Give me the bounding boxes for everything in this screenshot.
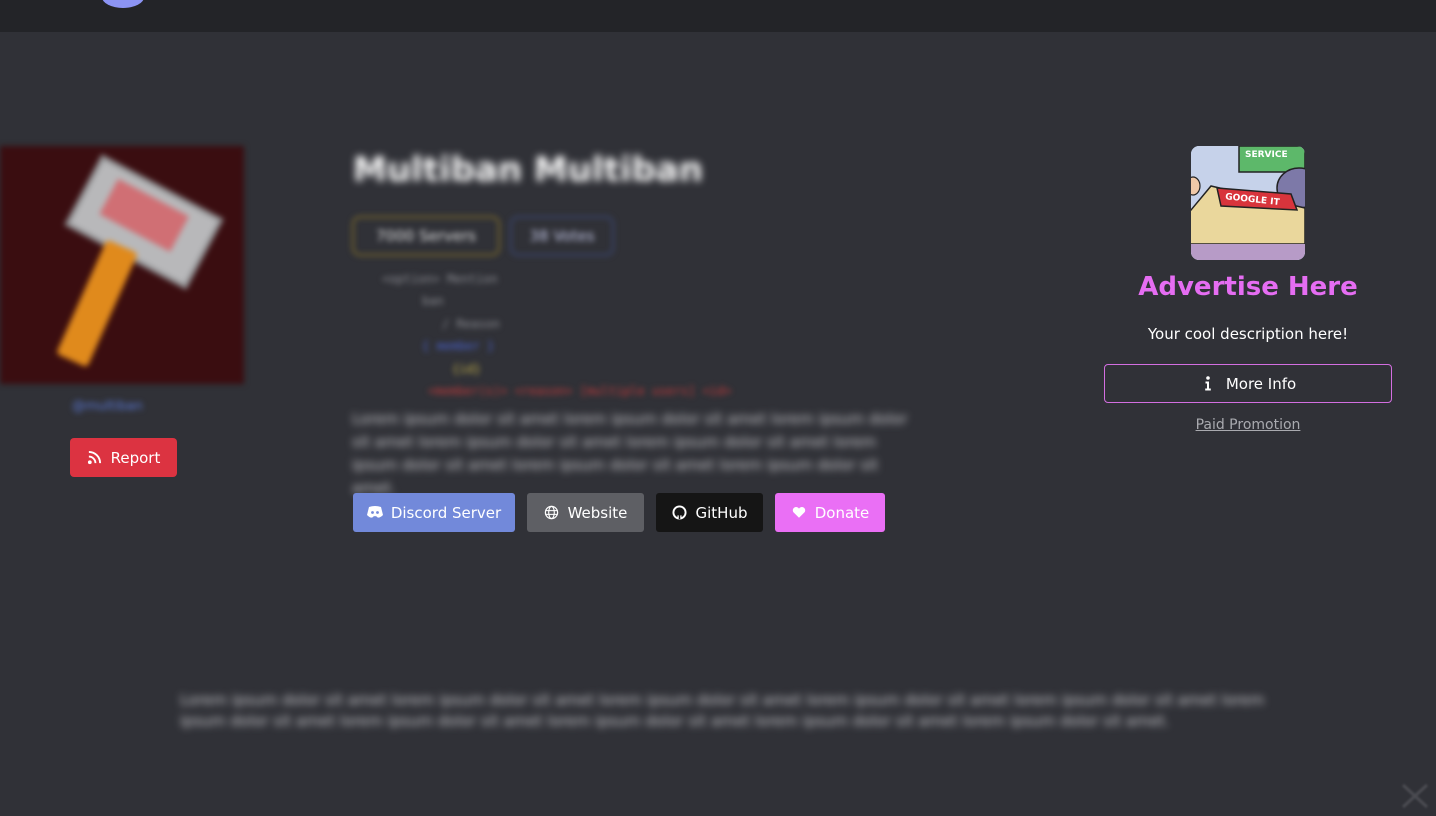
report-button[interactable]: Report bbox=[70, 438, 177, 477]
ad-title: Advertise Here bbox=[1138, 272, 1358, 302]
site-logo[interactable] bbox=[102, 0, 144, 8]
code-line: <member(s)> <reason> [multiple users] <i… bbox=[428, 384, 732, 398]
ad-image-text-service: SERVICE bbox=[1245, 150, 1288, 160]
globe-icon bbox=[544, 505, 560, 521]
top-navbar bbox=[0, 0, 1436, 32]
more-info-button[interactable]: More Info bbox=[1104, 364, 1392, 403]
github-icon bbox=[672, 505, 688, 521]
hammer-handle-graphic bbox=[56, 239, 138, 368]
ad-image[interactable]: SERVICE GOOGLE IT bbox=[1191, 146, 1305, 260]
hammer-head-graphic bbox=[64, 154, 224, 290]
discord-icon bbox=[366, 505, 383, 521]
heart-icon bbox=[791, 505, 807, 521]
votes-badge[interactable]: 38 Votes bbox=[510, 216, 614, 256]
bot-avatar bbox=[0, 146, 244, 384]
command-usage-block: <option> Mention ban / Reason { member }… bbox=[352, 268, 772, 408]
bot-title: Multiban Multiban bbox=[353, 150, 704, 190]
website-button[interactable]: Website bbox=[527, 493, 644, 532]
code-line: ban bbox=[422, 294, 444, 308]
info-icon bbox=[1200, 376, 1216, 392]
github-label: GitHub bbox=[695, 503, 748, 522]
rss-icon bbox=[87, 450, 103, 466]
servers-badge-label: 7000 Servers bbox=[376, 227, 476, 245]
report-label: Report bbox=[110, 448, 161, 467]
paid-promotion-link[interactable]: Paid Promotion bbox=[1104, 417, 1392, 433]
ad-description: Your cool description here! bbox=[1147, 325, 1349, 343]
github-button[interactable]: GitHub bbox=[656, 493, 763, 532]
donate-label: Donate bbox=[814, 503, 870, 522]
votes-badge-label: 38 Votes bbox=[529, 227, 595, 245]
code-line: / Reason bbox=[442, 317, 500, 331]
more-info-label: More Info bbox=[1225, 374, 1297, 393]
donate-button[interactable]: Donate bbox=[775, 493, 885, 532]
discord-server-button[interactable]: Discord Server bbox=[353, 493, 515, 532]
bot-long-description: Lorem ipsum dolor sit amet lorem ipsum d… bbox=[180, 691, 1265, 730]
bot-owner-link[interactable]: @multiban bbox=[72, 399, 174, 415]
code-line: { member } bbox=[422, 339, 495, 353]
servers-badge: 7000 Servers bbox=[352, 216, 500, 256]
code-line: {id} bbox=[452, 362, 481, 376]
bot-short-description: Lorem ipsum dolor sit amet lorem ipsum d… bbox=[352, 410, 908, 497]
code-line: <option> Mention bbox=[382, 272, 498, 286]
discord-server-label: Discord Server bbox=[390, 503, 502, 522]
website-label: Website bbox=[567, 503, 628, 522]
close-watermark-icon bbox=[1400, 782, 1430, 810]
